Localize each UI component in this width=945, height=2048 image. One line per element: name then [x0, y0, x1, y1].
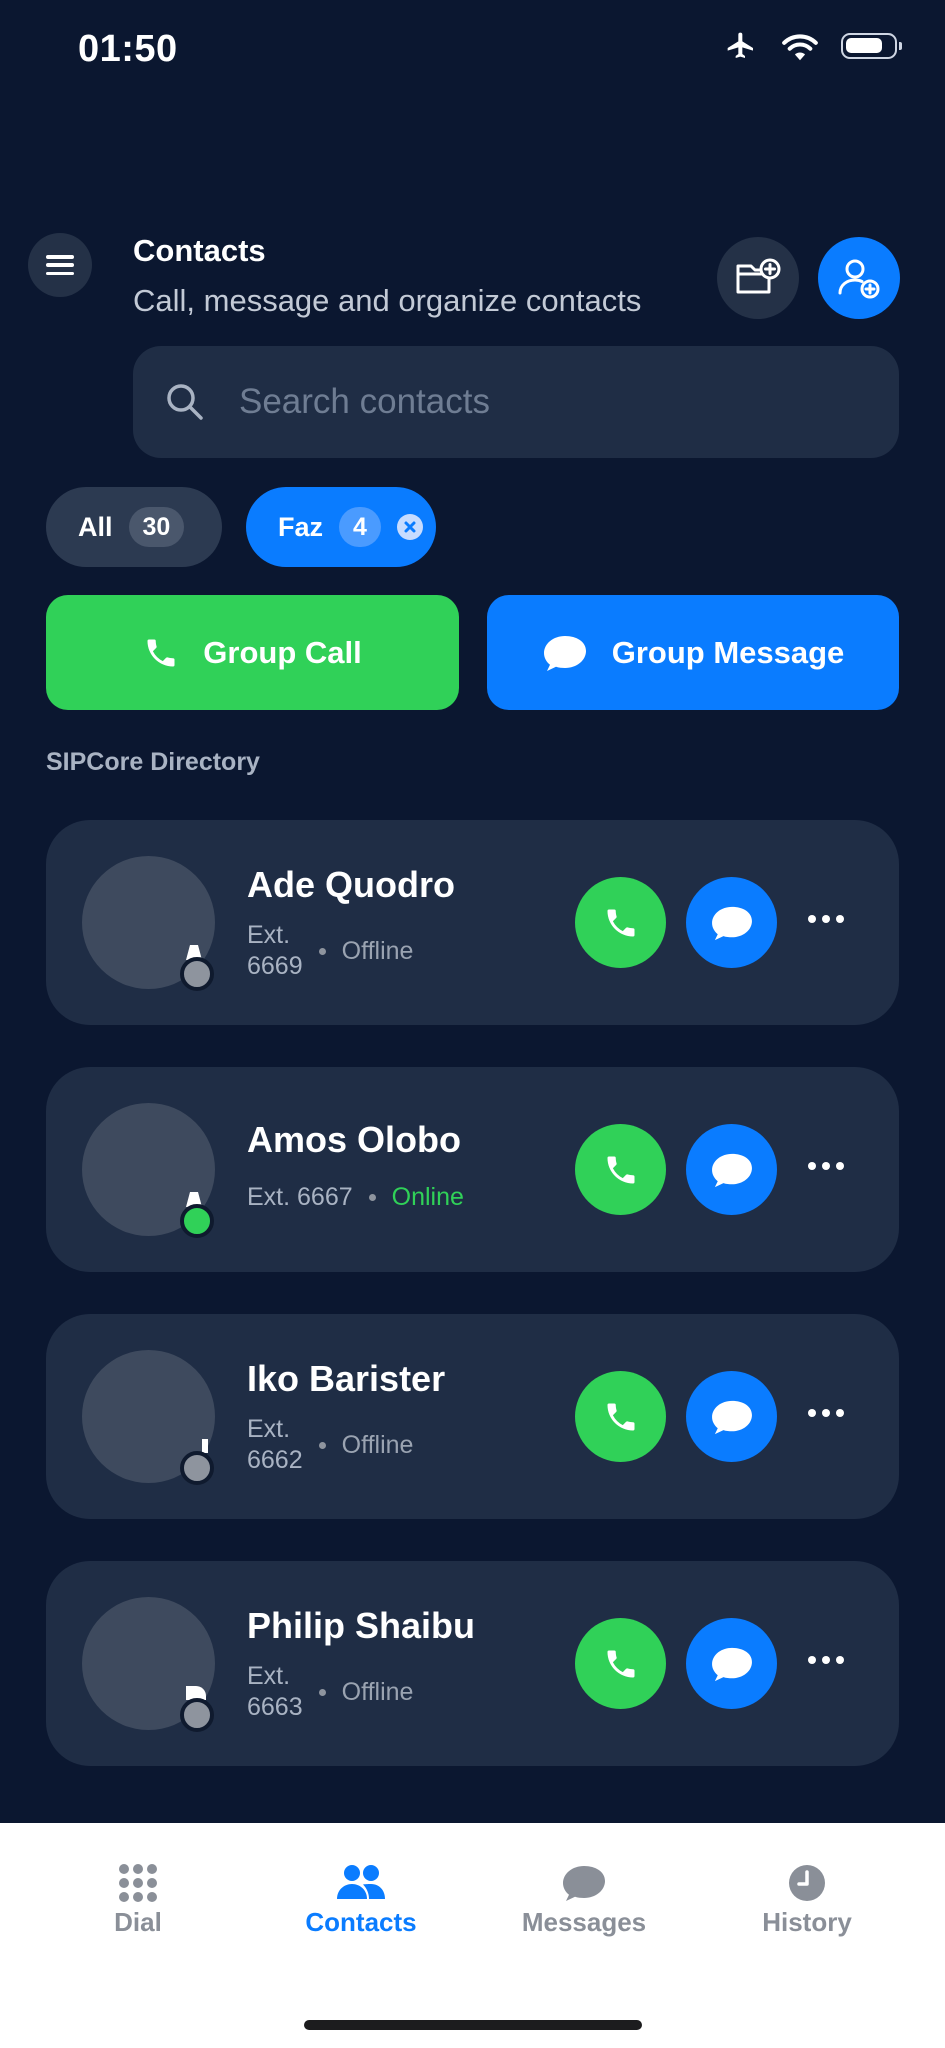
page-title: Contacts	[133, 233, 266, 268]
folder-add-icon	[736, 258, 781, 294]
presence-status: Offline	[341, 936, 414, 965]
tab-history[interactable]: History	[707, 1863, 907, 1938]
phone-icon	[607, 1156, 634, 1183]
group-call-label: Group Call	[203, 634, 362, 670]
group-call-button[interactable]: Group Call	[46, 595, 459, 710]
group-message-label: Group Message	[611, 634, 845, 670]
separator-dot	[318, 1441, 326, 1449]
battery-icon	[841, 33, 902, 59]
page-subtitle: Call, message and organize contacts	[133, 283, 642, 318]
clear-filter-icon[interactable]	[396, 514, 423, 540]
message-button[interactable]	[686, 877, 777, 968]
chat-bubble-icon	[711, 906, 752, 940]
contact-meta: Ext. 6662 Offline	[247, 1414, 413, 1476]
phone-icon	[147, 639, 175, 666]
message-button[interactable]	[686, 1124, 777, 1215]
extension-label: Ext.	[247, 921, 291, 949]
tab-contacts[interactable]: Contacts	[261, 1863, 461, 1938]
chat-bubble-icon	[711, 1153, 752, 1187]
chat-bubble-icon	[711, 1647, 752, 1681]
contact-name: Amos Olobo	[247, 1119, 461, 1160]
wifi-icon	[782, 34, 818, 61]
presence-dot	[180, 1204, 214, 1238]
chip-count-badge: 30	[128, 507, 185, 547]
extension-label: Ext.	[247, 1662, 291, 1690]
contact-card[interactable]: Iko Barister Ext. 6662 Offline	[46, 1314, 899, 1519]
clock-icon	[789, 1865, 825, 1901]
message-button[interactable]	[686, 1371, 777, 1462]
call-button[interactable]	[575, 1618, 666, 1709]
extension-number: 6669	[247, 952, 303, 980]
tab-label: Contacts	[305, 1907, 417, 1937]
chip-count-badge: 4	[339, 507, 381, 547]
presence-dot	[180, 957, 214, 991]
separator-dot	[368, 1194, 376, 1201]
search-input[interactable]	[237, 381, 881, 423]
presence-status: Offline	[341, 1430, 414, 1459]
chip-label: All	[78, 511, 113, 542]
contact-name: Iko Barister	[247, 1358, 446, 1399]
menu-icon	[46, 255, 74, 275]
status-icons	[723, 30, 902, 62]
presence-dot	[180, 1698, 214, 1732]
tab-bar: Dial Contacts Messages History	[0, 1823, 945, 2048]
more-options-icon[interactable]	[808, 1162, 844, 1170]
airplane-icon	[727, 32, 753, 58]
presence-status: Online	[391, 1183, 464, 1211]
avatar-initial-fragment	[202, 1439, 208, 1453]
user-add-icon	[838, 259, 880, 299]
home-indicator	[304, 2020, 642, 2030]
chip-label: Faz	[278, 511, 324, 542]
contact-meta: Ext. 6663 Offline	[247, 1661, 413, 1723]
filter-chip-all[interactable]: All 30	[46, 487, 222, 567]
contact-card[interactable]: Philip Shaibu Ext. 6663 Offline	[46, 1561, 899, 1766]
message-button[interactable]	[686, 1618, 777, 1709]
contact-name: Philip Shaibu	[247, 1605, 476, 1646]
tab-dial[interactable]: Dial	[38, 1863, 238, 1938]
contact-card[interactable]: Ade Quodro Ext. 6669 Offline	[46, 820, 899, 1025]
status-time: 01:50	[78, 28, 178, 70]
tab-label: Dial	[114, 1907, 162, 1937]
separator-dot	[318, 1688, 326, 1696]
filter-chip-faz[interactable]: Faz 4	[246, 487, 436, 567]
more-options-icon[interactable]	[808, 1656, 844, 1664]
tab-label: History	[762, 1907, 852, 1937]
tab-messages[interactable]: Messages	[484, 1863, 684, 1938]
section-label: SIPCore Directory	[46, 748, 260, 776]
separator-dot	[318, 947, 326, 955]
more-options-icon[interactable]	[808, 1409, 844, 1417]
menu-button[interactable]	[28, 233, 92, 297]
add-contact-button[interactable]	[818, 237, 900, 319]
extension-label: Ext. 6667	[247, 1183, 353, 1211]
keypad-icon	[119, 1864, 157, 1902]
extension-number: 6663	[247, 1693, 303, 1721]
call-button[interactable]	[575, 1124, 666, 1215]
people-icon	[337, 1865, 385, 1899]
extension-label: Ext.	[247, 1415, 291, 1443]
call-button[interactable]	[575, 1371, 666, 1462]
presence-dot	[180, 1451, 214, 1485]
chat-bubble-icon	[543, 635, 586, 671]
tab-label: Messages	[521, 1907, 647, 1937]
search-icon	[167, 384, 203, 420]
extension-number: 6662	[247, 1446, 303, 1474]
more-options-icon[interactable]	[808, 915, 844, 923]
chat-bubble-icon	[563, 1866, 605, 1901]
contact-name: Ade Quodro	[247, 864, 455, 905]
presence-status: Offline	[341, 1677, 414, 1706]
new-group-button[interactable]	[717, 237, 799, 319]
call-button[interactable]	[575, 877, 666, 968]
contact-meta: Ext. 6669 Offline	[247, 920, 413, 982]
chat-bubble-icon	[711, 1400, 752, 1434]
contact-meta: Ext. 6667 Online	[247, 1183, 464, 1212]
phone-icon	[607, 1650, 634, 1677]
search-bar[interactable]	[133, 346, 899, 458]
group-message-button[interactable]: Group Message	[487, 595, 899, 710]
phone-icon	[607, 1403, 634, 1430]
phone-icon	[607, 909, 634, 936]
contact-card[interactable]: Amos Olobo Ext. 6667 Online	[46, 1067, 899, 1272]
